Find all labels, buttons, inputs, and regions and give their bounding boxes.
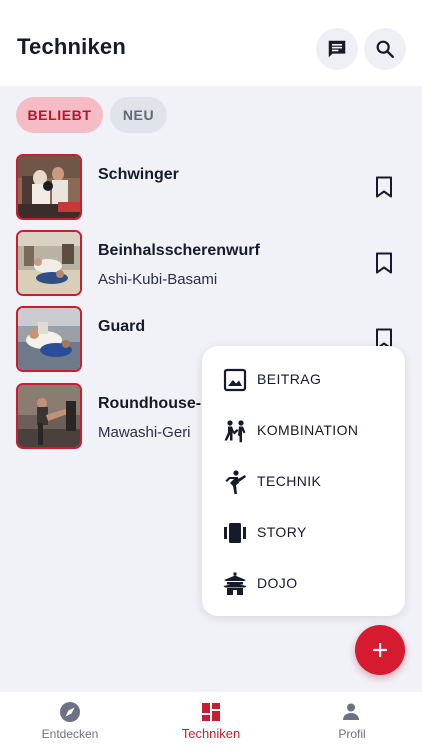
menu-item-label: DOJO — [257, 575, 298, 591]
bookmark-icon — [376, 252, 392, 274]
technique-list-item[interactable]: Schwinger — [0, 154, 422, 224]
bookmark-button[interactable] — [374, 252, 394, 274]
nav-label: Profil — [338, 727, 366, 741]
nav-item-entdecken[interactable]: Entdecken — [0, 692, 140, 750]
technique-thumbnail — [16, 154, 82, 220]
sparring-icon — [222, 418, 248, 444]
menu-item-label: TECHNIK — [257, 473, 322, 489]
menu-item-story[interactable]: STORY — [202, 511, 405, 553]
technique-subtitle: Ashi-Kubi-Basami — [98, 271, 218, 288]
technique-thumbnail — [16, 383, 82, 449]
technique-title: Roundhouse- — [98, 395, 202, 412]
chat-icon — [328, 40, 346, 58]
dashboard-icon — [199, 700, 223, 724]
compass-icon — [58, 700, 82, 724]
technique-subtitle: Mawashi-Geri — [98, 424, 191, 441]
app-header: Techniken — [0, 0, 422, 86]
technique-thumbnail — [16, 230, 82, 296]
technique-title: Guard — [98, 318, 146, 335]
kick-icon — [222, 469, 248, 495]
technique-title: Beinhalsscherenwurf — [98, 242, 260, 259]
search-icon — [376, 40, 394, 58]
dojo-icon — [222, 571, 248, 597]
nav-label: Entdecken — [41, 727, 99, 741]
create-menu: BEITRAG KOMBINATION TECHNIK STORY DOJO — [202, 346, 405, 616]
menu-item-dojo[interactable]: DOJO — [202, 562, 405, 604]
chat-button[interactable] — [316, 28, 358, 70]
search-button[interactable] — [364, 28, 406, 70]
nav-item-profil[interactable]: Profil — [282, 692, 422, 750]
plus-icon — [373, 643, 387, 657]
bottom-navigation: Entdecken Techniken Profil — [0, 692, 422, 750]
add-button[interactable] — [355, 625, 405, 675]
nav-item-techniken[interactable]: Techniken — [141, 692, 281, 750]
story-icon — [222, 520, 248, 546]
menu-item-label: STORY — [257, 524, 307, 540]
person-icon — [339, 700, 363, 724]
menu-item-technik[interactable]: TECHNIK — [202, 460, 405, 502]
filter-chip-neu[interactable]: NEU — [110, 97, 167, 133]
page-title: Techniken — [17, 34, 126, 59]
menu-item-kombination[interactable]: KOMBINATION — [202, 409, 405, 451]
technique-thumbnail — [16, 306, 82, 372]
menu-item-label: BEITRAG — [257, 371, 322, 387]
bookmark-icon — [376, 176, 392, 198]
bookmark-button[interactable] — [374, 176, 394, 198]
nav-label: Techniken — [181, 726, 241, 741]
menu-item-beitrag[interactable]: BEITRAG — [202, 358, 405, 400]
menu-item-label: KOMBINATION — [257, 422, 359, 438]
image-icon — [222, 367, 248, 393]
technique-list-item[interactable]: Beinhalsscherenwurf Ashi-Kubi-Basami — [0, 230, 422, 300]
technique-title: Schwinger — [98, 166, 179, 183]
filter-chip-beliebt[interactable]: BELIEBT — [16, 97, 103, 133]
